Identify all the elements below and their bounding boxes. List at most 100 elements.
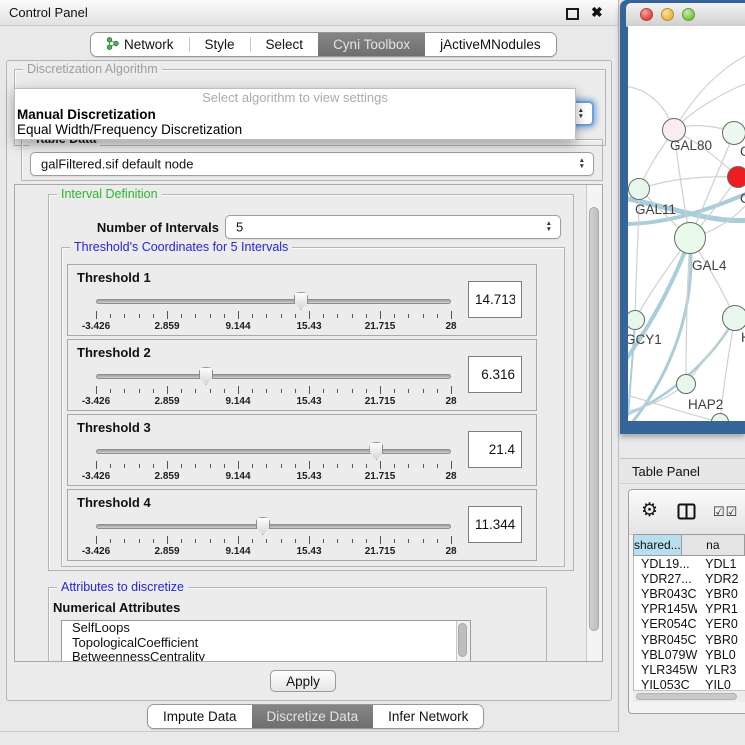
threshold-1-slider: -3.4262.8599.14415.4321.71528 [96,291,451,335]
table-row[interactable]: YPR145WYPR1 [634,602,745,617]
tab-infer-network[interactable]: Infer Network [373,705,483,728]
slider-tick-labels: -3.4262.8599.14415.4321.71528 [96,396,451,408]
combo-arrows-icon: ▲▼ [578,108,584,120]
control-panel-window: Control Panel ✖ Network Style Select Cyn… [0,0,619,732]
network-node[interactable] [674,222,706,254]
slider-thumb[interactable] [294,292,308,310]
scrollbar-thumb[interactable] [589,207,599,631]
node-label: GAL4 [692,258,727,273]
settings-scrollbar[interactable] [586,185,602,661]
column-header-shared-name[interactable]: shared... [633,534,682,556]
network-node[interactable] [727,166,745,188]
tab-network-label: Network [124,37,174,52]
table-row[interactable]: YDR27...YDR2 [634,571,745,586]
panel-title: Control Panel [9,5,88,20]
numerical-attributes-label: Numerical Attributes [53,600,180,615]
slider-track[interactable] [96,374,451,379]
cyni-mode-tab-bar: Impute Data Discretize Data Infer Networ… [147,704,484,729]
threshold-3-slider: -3.4262.8599.14415.4321.71528 [96,441,451,485]
number-of-intervals-value: 5 [236,220,243,235]
threshold-value-input[interactable] [468,356,522,393]
close-icon[interactable]: ✖ [591,4,603,21]
table-row[interactable]: YBR043CYBR0 [634,586,745,601]
slider-track[interactable] [96,449,451,454]
zoom-traffic-light-icon[interactable] [682,8,695,21]
slider-track[interactable] [96,299,451,304]
threshold-value-input[interactable] [468,281,522,318]
close-traffic-light-icon[interactable] [640,8,653,21]
table-row[interactable]: YBR045CYBR0 [634,632,745,647]
cyni-toolbox-panel: Discretization Algorithm ▲▼ Select algor… [6,60,612,701]
slider-thumb[interactable] [199,367,213,385]
network-window-titlebar[interactable] [626,3,745,27]
node-label: H [741,330,745,345]
tab-style[interactable]: Style [190,33,250,56]
toolbox-tab-bar: Network Style Select Cyni Toolbox jActiv… [90,32,557,57]
group-title: Threshold's Coordinates for 5 Intervals [70,240,292,254]
group-title: Interval Definition [57,187,162,201]
node-label: GCY1 [628,332,662,347]
slider-thumb[interactable] [256,517,270,535]
network-node[interactable] [628,178,650,200]
tab-impute-data[interactable]: Impute Data [148,705,252,728]
tab-select[interactable]: Select [251,33,319,56]
threshold-label: Threshold 3 [77,420,151,435]
threshold-1-row: Threshold 1 -3.4262.8599.14415.4321.7152… [67,264,537,336]
network-node[interactable] [722,305,745,331]
tab-network[interactable]: Network [91,33,189,56]
table-panel-titlebar: Table Panel [620,458,745,484]
table-toolbar: ⚙ ☑☑ [629,490,745,535]
slider-ticks [96,311,451,319]
apply-button[interactable]: Apply [270,670,336,692]
tab-impute-data-label: Impute Data [163,709,237,724]
select-columns-checkboxes-icon[interactable]: ☑☑ [713,504,738,520]
tab-cyni-toolbox-label: Cyni Toolbox [333,37,410,52]
threshold-2-slider: -3.4262.8599.14415.4321.71528 [96,366,451,410]
table-data-value: galFiltered.sif default node [41,157,193,172]
list-scrollbar[interactable] [456,621,470,662]
number-of-intervals-combobox[interactable]: 5 ▲▼ [225,215,561,239]
slider-track[interactable] [96,524,451,529]
attribute-item[interactable]: TopologicalCoefficient [62,636,470,651]
table-horizontal-scrollbar[interactable] [633,690,745,702]
split-columns-icon[interactable] [677,503,696,525]
table-row[interactable]: YLR345WYLR3 [634,662,745,677]
dropdown-option-equal-width[interactable]: Equal Width/Frequency Discretization [15,122,575,137]
table-data-combobox[interactable]: galFiltered.sif default node ▲▼ [30,152,594,176]
table-row[interactable]: YBL079WYBL0 [634,647,745,662]
tab-select-label: Select [266,37,304,52]
tab-discretize-data[interactable]: Discretize Data [252,705,374,728]
control-panel-titlebar: Control Panel ✖ [0,0,618,26]
attribute-item[interactable]: BetweennessCentrality [62,650,470,662]
attribute-item[interactable]: SelfLoops [62,621,470,636]
interval-definition-group: Interval Definition Number of Intervals … [48,194,574,571]
table-row[interactable]: YIL053CYIL0 [634,678,745,692]
dropdown-option-manual[interactable]: Manual Discretization [15,107,575,122]
numerical-attributes-list: SelfLoopsTopologicalCoefficientBetweenne… [61,620,471,662]
table-row[interactable]: YER054CYER0 [634,617,745,632]
scrollbar-thumb[interactable] [458,623,467,657]
network-node[interactable] [722,121,745,145]
network-icon [106,37,119,53]
threshold-value-input[interactable] [468,506,522,543]
minimize-traffic-light-icon[interactable] [661,8,674,21]
node-label: GA [740,144,745,159]
network-node[interactable] [676,374,696,394]
scrollbar-thumb[interactable] [636,693,737,700]
table-row[interactable]: YDL19...YDL1 [634,556,745,571]
slider-thumb[interactable] [369,442,383,460]
column-header-name[interactable]: na [682,534,745,556]
threshold-value-input[interactable] [468,431,522,468]
float-window-icon[interactable] [566,8,579,20]
combo-arrows-icon: ▲▼ [546,221,552,233]
node-label: HAP2 [688,397,723,412]
tab-cyni-toolbox[interactable]: Cyni Toolbox [318,33,425,56]
gear-icon[interactable]: ⚙ [641,501,658,520]
tab-jactivemnodules[interactable]: jActiveMNodules [425,33,556,56]
dropdown-placeholder: Select algorithm to view settings [15,89,575,107]
network-canvas[interactable]: GAL80GACGAL11GAL4GCY1HHAP2 [628,26,745,421]
node-table-window: ⚙ ☑☑ shared... na YDL19...YDL1YDR27...YD… [628,489,745,714]
node-label: GAL11 [635,202,676,217]
number-of-intervals-label: Number of Intervals [79,220,219,235]
table-data-group: Table Data galFiltered.sif default node … [21,139,603,181]
